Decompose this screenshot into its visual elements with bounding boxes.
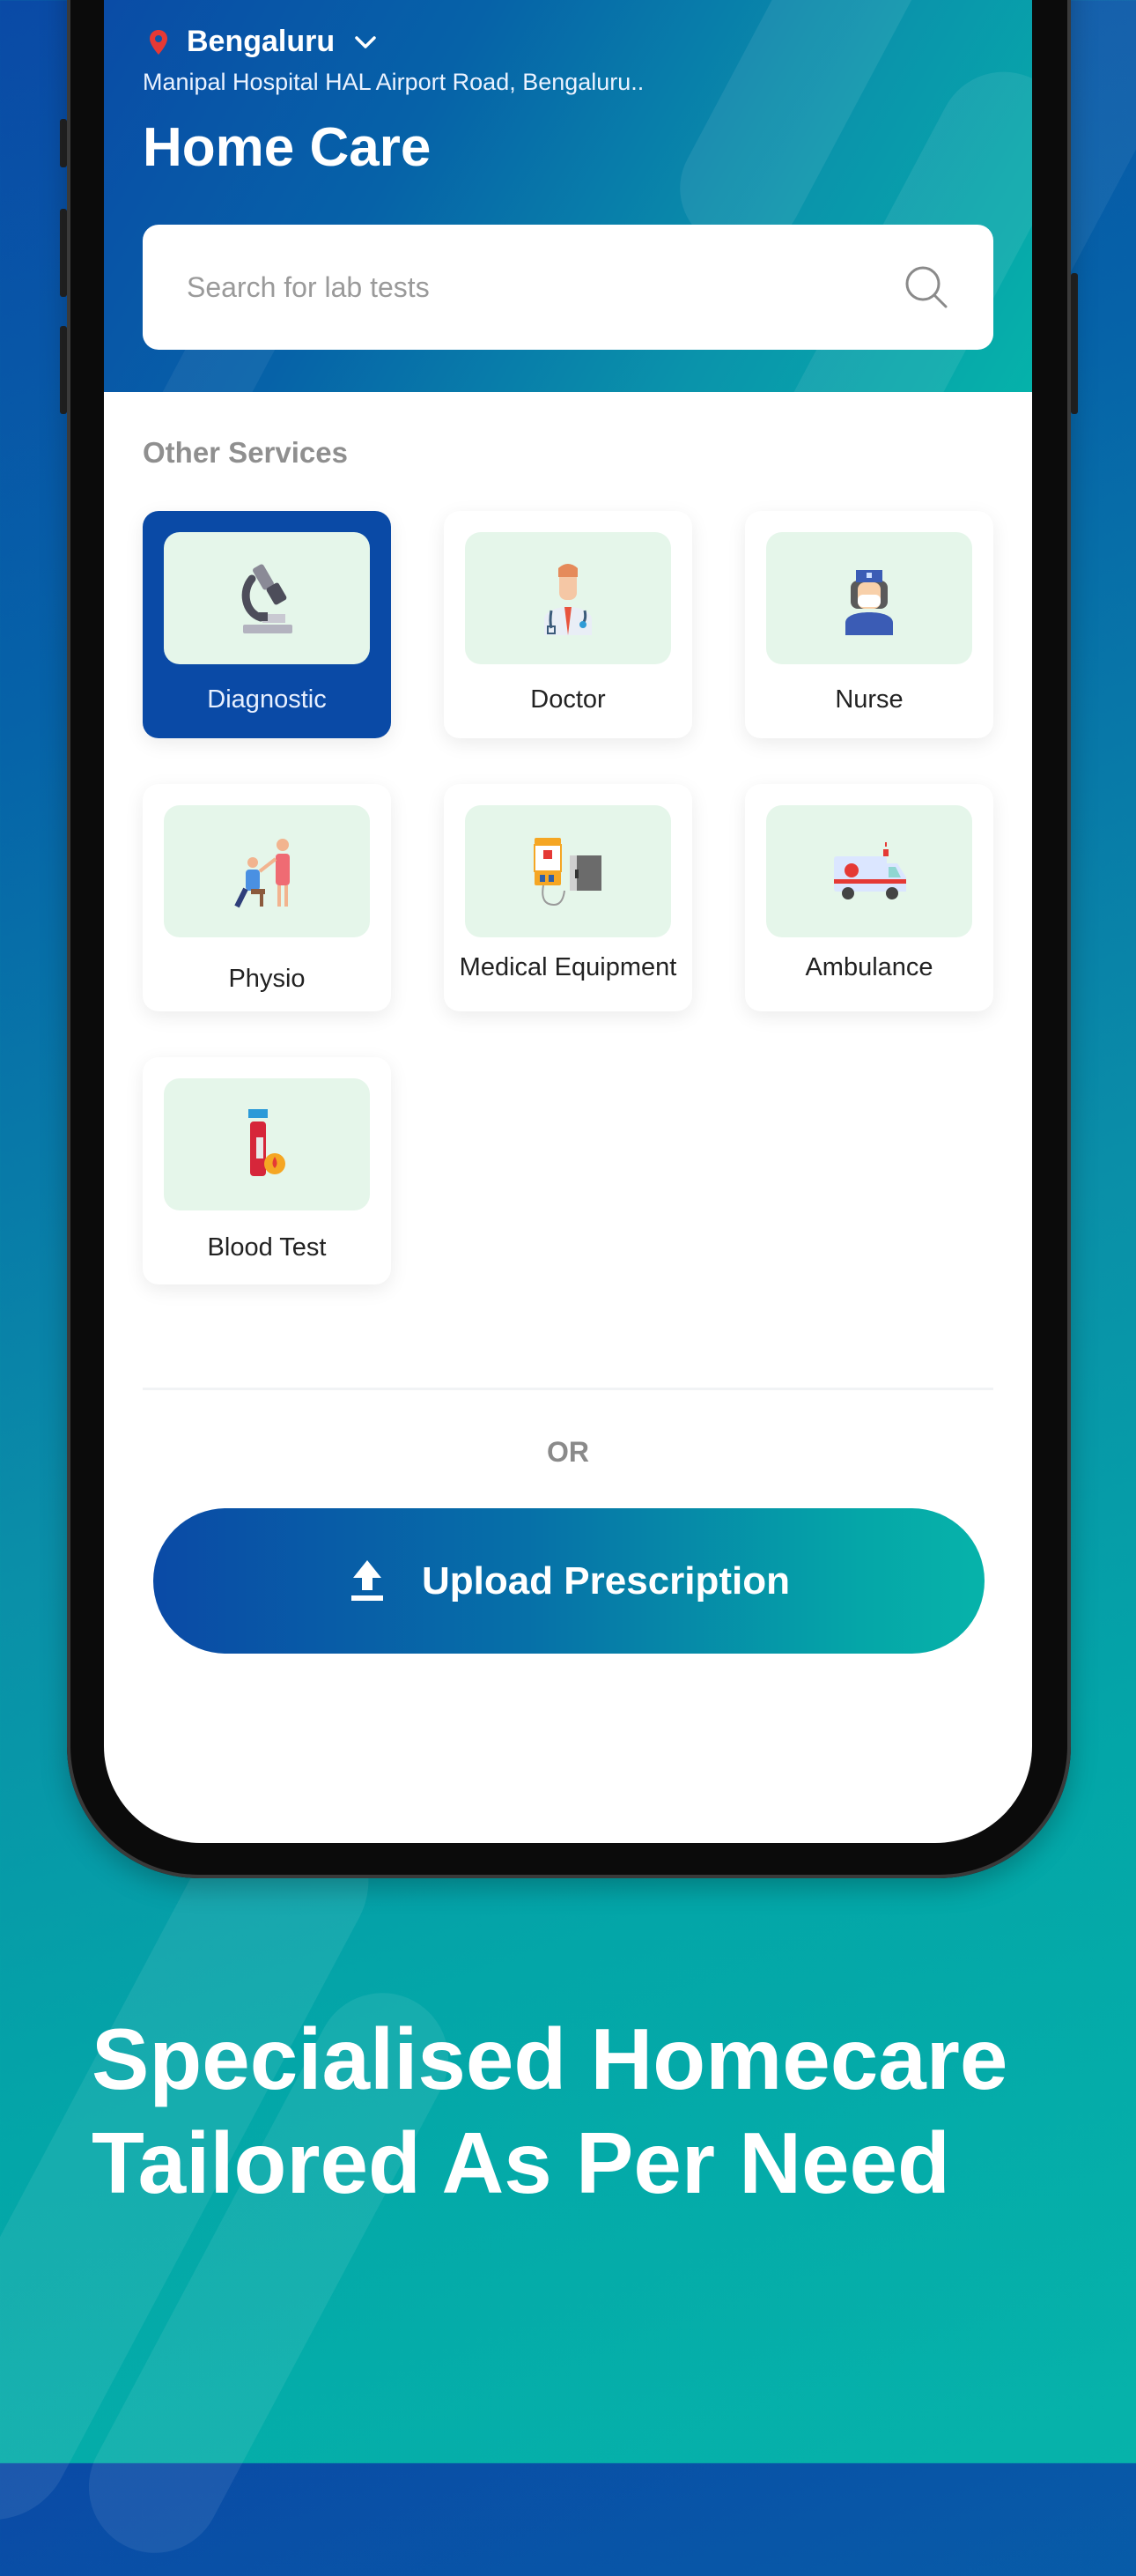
service-card-diagnostic[interactable]: Diagnostic [143,511,391,738]
upload-label: Upload Prescription [421,1558,791,1603]
card-thumbnail [766,805,972,937]
card-thumbnail [164,1078,370,1210]
page-title: Home Care [143,117,432,178]
chevron-down-icon[interactable] [354,35,377,49]
phone-side-button [1071,273,1078,414]
search-icon[interactable] [902,263,951,312]
promo-line-2: Tailored As Per Need [92,2114,950,2211]
upload-icon [350,1559,383,1601]
phone-side-button [60,326,67,414]
service-card-nurse[interactable]: Nurse [745,511,993,738]
card-thumbnail [164,805,370,937]
service-label: Nurse [835,685,904,714]
doctor-icon [544,564,592,635]
service-card-ambulance[interactable]: Ambulance [745,784,993,1011]
service-label: Medical Equipment [459,953,677,981]
service-card-physio[interactable]: Physio [143,784,391,1011]
or-separator: OR [547,1436,589,1468]
divider [143,1388,993,1390]
card-thumbnail [465,532,671,664]
search-bar[interactable] [143,225,993,350]
header: Bengaluru Manipal Hospital HAL Airport R… [104,0,1032,392]
service-card-medical-equipment[interactable]: Medical Equipment [444,784,692,1011]
service-label: Doctor [530,685,606,714]
nurse-icon [845,570,893,635]
card-thumbnail [465,805,671,937]
physiotherapy-icon [234,839,290,908]
service-card-doctor[interactable]: Doctor [444,511,692,738]
promo-line-1: Specialised Homecare [92,2010,1008,2107]
app-screen: Bengaluru Manipal Hospital HAL Airport R… [104,0,1032,1843]
promo-headline: Specialised Homecare Tailored As Per Nee… [92,2007,1007,2215]
service-label: Ambulance [805,953,933,981]
service-label: Diagnostic [207,685,327,714]
city-name: Bengaluru [187,25,336,58]
upload-prescription-button[interactable]: Upload Prescription [153,1508,985,1654]
address-text: Manipal Hospital HAL Airport Road, Benga… [143,69,645,95]
search-input[interactable] [185,270,902,305]
phone-side-button [60,119,67,167]
section-label: Other Services [143,436,348,469]
medical-equipment-icon [534,838,601,907]
location-selector[interactable]: Bengaluru [148,25,377,59]
blood-test-tube-icon [248,1109,285,1176]
map-pin-icon [150,29,167,55]
service-label: Physio [228,965,306,993]
service-label: Blood Test [207,1233,327,1262]
phone-side-button [60,209,67,297]
microscope-icon [241,564,292,633]
card-thumbnail [766,532,972,664]
service-card-blood-test[interactable]: Blood Test [143,1057,391,1284]
card-thumbnail [164,532,370,664]
ambulance-icon [834,842,906,899]
